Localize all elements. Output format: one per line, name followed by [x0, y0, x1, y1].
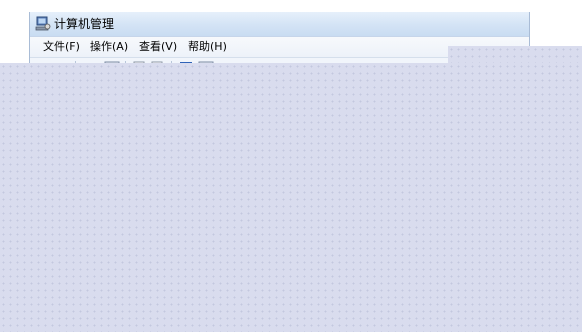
menu-file[interactable]: 文件(F) [39, 38, 84, 56]
menu-view[interactable]: 查看(V) [135, 38, 181, 56]
dotted-overlay [0, 63, 582, 332]
menu-action[interactable]: 操作(A) [86, 38, 132, 56]
window-title: 计算机管理 [54, 17, 115, 31]
menu-help[interactable]: 帮助(H) [184, 38, 231, 56]
computer-management-icon [35, 16, 51, 31]
title-bar[interactable]: 计算机管理 [30, 12, 529, 36]
dotted-overlay [448, 46, 582, 63]
